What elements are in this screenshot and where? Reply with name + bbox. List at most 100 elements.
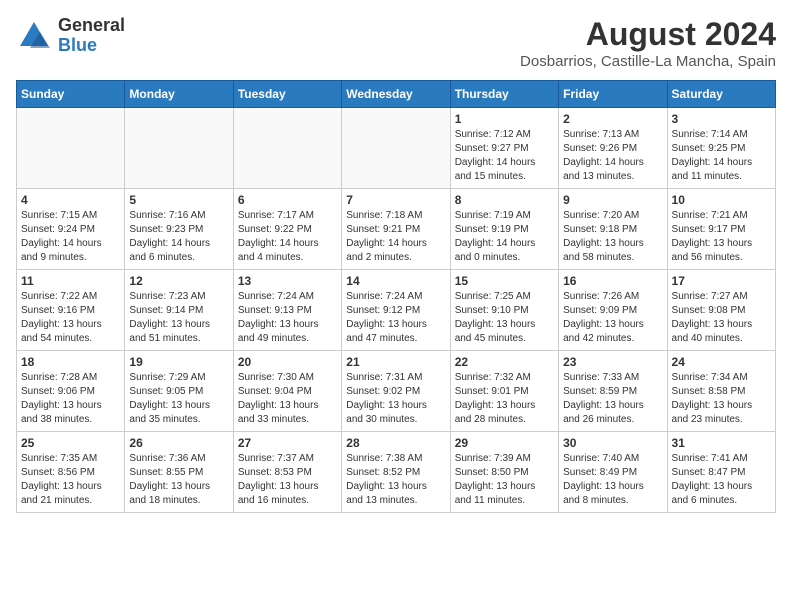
day-info: Sunrise: 7:19 AM Sunset: 9:19 PM Dayligh… <box>455 209 554 265</box>
calendar-cell: 22 Sunrise: 7:32 AM Sunset: 9:01 PM Dayli… <box>450 351 558 432</box>
day-number: 3 <box>672 112 771 126</box>
day-info: Sunrise: 7:31 AM Sunset: 9:02 PM Dayligh… <box>346 371 445 427</box>
day-number: 25 <box>21 436 120 450</box>
calendar-cell: 21 Sunrise: 7:31 AM Sunset: 9:02 PM Dayli… <box>342 351 450 432</box>
calendar-cell: 31 Sunrise: 7:41 AM Sunset: 8:47 PM Dayli… <box>667 432 775 513</box>
calendar-cell: 7 Sunrise: 7:18 AM Sunset: 9:21 PM Daylig… <box>342 189 450 270</box>
day-number: 24 <box>672 355 771 369</box>
calendar-cell: 1 Sunrise: 7:12 AM Sunset: 9:27 PM Daylig… <box>450 108 558 189</box>
day-info: Sunrise: 7:14 AM Sunset: 9:25 PM Dayligh… <box>672 128 771 184</box>
day-info: Sunrise: 7:23 AM Sunset: 9:14 PM Dayligh… <box>129 290 228 346</box>
weekday-wednesday: Wednesday <box>342 81 450 108</box>
day-number: 22 <box>455 355 554 369</box>
calendar-cell: 6Sunrise: 7:17 AM Sunset: 9:22 PM Daylig… <box>233 189 341 270</box>
day-info: Sunrise: 7:40 AM Sunset: 8:49 PM Dayligh… <box>563 452 662 508</box>
calendar-cell: 13Sunrise: 7:24 AM Sunset: 9:13 PM Dayli… <box>233 270 341 351</box>
logo-icon <box>16 18 52 54</box>
day-number: 4 <box>21 193 120 207</box>
calendar-week-1: 1 Sunrise: 7:12 AM Sunset: 9:27 PM Daylig… <box>17 108 776 189</box>
calendar-cell: 27 Sunrise: 7:37 AM Sunset: 8:53 PM Dayli… <box>233 432 341 513</box>
day-number: 21 <box>346 355 445 369</box>
day-info: Sunrise: 7:21 AM Sunset: 9:17 PM Dayligh… <box>672 209 771 265</box>
logo-general: General <box>58 16 125 36</box>
day-info: Sunrise: 7:20 AM Sunset: 9:18 PM Dayligh… <box>563 209 662 265</box>
day-info: Sunrise: 7:38 AM Sunset: 8:52 PM Dayligh… <box>346 452 445 508</box>
calendar-cell: 11Sunrise: 7:22 AM Sunset: 9:16 PM Dayli… <box>17 270 125 351</box>
calendar-cell: 20 Sunrise: 7:30 AM Sunset: 9:04 PM Dayli… <box>233 351 341 432</box>
day-number: 1 <box>455 112 554 126</box>
calendar-cell <box>17 108 125 189</box>
calendar-cell: 2Sunrise: 7:13 AM Sunset: 9:26 PM Daylig… <box>559 108 667 189</box>
weekday-friday: Friday <box>559 81 667 108</box>
day-info: Sunrise: 7:22 AM Sunset: 9:16 PM Dayligh… <box>21 290 120 346</box>
day-number: 31 <box>672 436 771 450</box>
calendar-cell: 24 Sunrise: 7:34 AM Sunset: 8:58 PM Dayli… <box>667 351 775 432</box>
day-number: 15 <box>455 274 554 288</box>
calendar-cell <box>125 108 233 189</box>
calendar-cell: 16Sunrise: 7:26 AM Sunset: 9:09 PM Dayli… <box>559 270 667 351</box>
day-number: 8 <box>455 193 554 207</box>
day-info: Sunrise: 7:12 AM Sunset: 9:27 PM Dayligh… <box>455 128 554 184</box>
calendar-cell: 26Sunrise: 7:36 AM Sunset: 8:55 PM Dayli… <box>125 432 233 513</box>
calendar-cell: 8 Sunrise: 7:19 AM Sunset: 9:19 PM Daylig… <box>450 189 558 270</box>
day-number: 28 <box>346 436 445 450</box>
day-info: Sunrise: 7:32 AM Sunset: 9:01 PM Dayligh… <box>455 371 554 427</box>
weekday-monday: Monday <box>125 81 233 108</box>
day-number: 19 <box>129 355 228 369</box>
day-info: Sunrise: 7:35 AM Sunset: 8:56 PM Dayligh… <box>21 452 120 508</box>
weekday-tuesday: Tuesday <box>233 81 341 108</box>
logo-blue: Blue <box>58 36 125 56</box>
weekday-saturday: Saturday <box>667 81 775 108</box>
day-number: 29 <box>455 436 554 450</box>
calendar-week-5: 25 Sunrise: 7:35 AM Sunset: 8:56 PM Dayli… <box>17 432 776 513</box>
location: Dosbarrios, Castille-La Mancha, Spain <box>520 53 776 70</box>
logo-text: General Blue <box>58 16 125 56</box>
day-info: Sunrise: 7:25 AM Sunset: 9:10 PM Dayligh… <box>455 290 554 346</box>
calendar-cell: 10 Sunrise: 7:21 AM Sunset: 9:17 PM Dayli… <box>667 189 775 270</box>
calendar-cell: 5 Sunrise: 7:16 AM Sunset: 9:23 PM Daylig… <box>125 189 233 270</box>
day-info: Sunrise: 7:41 AM Sunset: 8:47 PM Dayligh… <box>672 452 771 508</box>
day-info: Sunrise: 7:39 AM Sunset: 8:50 PM Dayligh… <box>455 452 554 508</box>
month-year: August 2024 <box>520 16 776 53</box>
day-info: Sunrise: 7:28 AM Sunset: 9:06 PM Dayligh… <box>21 371 120 427</box>
day-number: 10 <box>672 193 771 207</box>
day-number: 14 <box>346 274 445 288</box>
day-number: 7 <box>346 193 445 207</box>
weekday-header-row: SundayMondayTuesdayWednesdayThursdayFrid… <box>17 81 776 108</box>
day-number: 13 <box>238 274 337 288</box>
day-number: 5 <box>129 193 228 207</box>
calendar-cell <box>233 108 341 189</box>
calendar-week-4: 18 Sunrise: 7:28 AM Sunset: 9:06 PM Dayli… <box>17 351 776 432</box>
day-info: Sunrise: 7:16 AM Sunset: 9:23 PM Dayligh… <box>129 209 228 265</box>
calendar-cell: 9Sunrise: 7:20 AM Sunset: 9:18 PM Daylig… <box>559 189 667 270</box>
calendar-cell: 14 Sunrise: 7:24 AM Sunset: 9:12 PM Dayli… <box>342 270 450 351</box>
day-info: Sunrise: 7:33 AM Sunset: 8:59 PM Dayligh… <box>563 371 662 427</box>
page-header: General Blue August 2024 Dosbarrios, Cas… <box>16 16 776 70</box>
day-info: Sunrise: 7:24 AM Sunset: 9:12 PM Dayligh… <box>346 290 445 346</box>
day-number: 23 <box>563 355 662 369</box>
weekday-sunday: Sunday <box>17 81 125 108</box>
day-info: Sunrise: 7:36 AM Sunset: 8:55 PM Dayligh… <box>129 452 228 508</box>
calendar-cell: 4Sunrise: 7:15 AM Sunset: 9:24 PM Daylig… <box>17 189 125 270</box>
calendar-cell: 3 Sunrise: 7:14 AM Sunset: 9:25 PM Daylig… <box>667 108 775 189</box>
day-number: 6 <box>238 193 337 207</box>
day-info: Sunrise: 7:27 AM Sunset: 9:08 PM Dayligh… <box>672 290 771 346</box>
day-number: 20 <box>238 355 337 369</box>
title-block: August 2024 Dosbarrios, Castille-La Manc… <box>520 16 776 70</box>
day-number: 12 <box>129 274 228 288</box>
calendar-cell: 19Sunrise: 7:29 AM Sunset: 9:05 PM Dayli… <box>125 351 233 432</box>
calendar-cell: 23 Sunrise: 7:33 AM Sunset: 8:59 PM Dayli… <box>559 351 667 432</box>
calendar-body: 1 Sunrise: 7:12 AM Sunset: 9:27 PM Daylig… <box>17 108 776 513</box>
day-number: 2 <box>563 112 662 126</box>
day-number: 16 <box>563 274 662 288</box>
calendar-cell <box>342 108 450 189</box>
day-info: Sunrise: 7:30 AM Sunset: 9:04 PM Dayligh… <box>238 371 337 427</box>
calendar-table: SundayMondayTuesdayWednesdayThursdayFrid… <box>16 80 776 513</box>
day-number: 17 <box>672 274 771 288</box>
calendar-cell: 17 Sunrise: 7:27 AM Sunset: 9:08 PM Dayli… <box>667 270 775 351</box>
day-number: 27 <box>238 436 337 450</box>
day-info: Sunrise: 7:18 AM Sunset: 9:21 PM Dayligh… <box>346 209 445 265</box>
day-info: Sunrise: 7:34 AM Sunset: 8:58 PM Dayligh… <box>672 371 771 427</box>
day-number: 18 <box>21 355 120 369</box>
day-info: Sunrise: 7:37 AM Sunset: 8:53 PM Dayligh… <box>238 452 337 508</box>
